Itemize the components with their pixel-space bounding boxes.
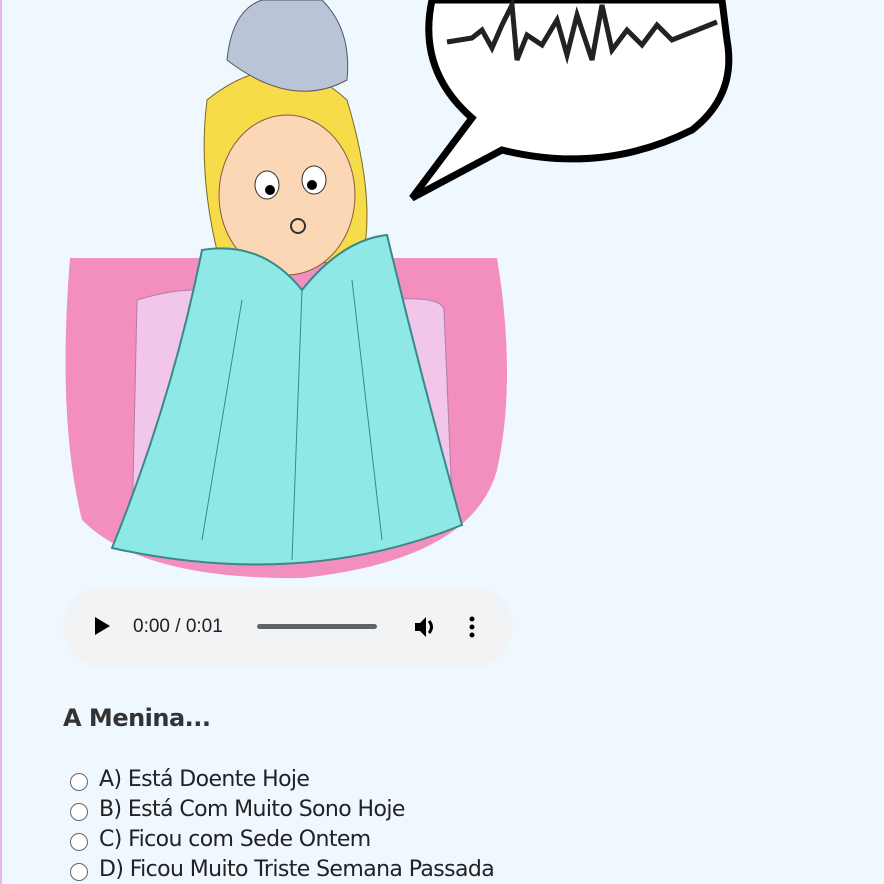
- option-d[interactable]: D) Ficou Muito Triste Semana Passada: [70, 854, 495, 884]
- audio-progress-slider[interactable]: [257, 624, 377, 629]
- answer-options: A) Está Doente Hoje B) Está Com Muito So…: [70, 764, 495, 884]
- radio-button[interactable]: [70, 773, 88, 791]
- option-label: A) Está Doente Hoje: [99, 766, 310, 792]
- question-title: A Menina...: [63, 704, 211, 732]
- audio-time: 0:00 / 0:01: [133, 616, 223, 637]
- play-button[interactable]: [95, 617, 110, 635]
- option-a[interactable]: A) Está Doente Hoje: [70, 764, 494, 794]
- volume-icon[interactable]: [413, 615, 439, 639]
- option-label: D) Ficou Muito Triste Semana Passada: [99, 856, 495, 882]
- sick-girl-illustration: [65, 0, 733, 579]
- option-label: B) Está Com Muito Sono Hoje: [99, 796, 405, 822]
- radio-button[interactable]: [70, 863, 88, 881]
- option-b[interactable]: B) Está Com Muito Sono Hoje: [70, 794, 494, 824]
- radio-button[interactable]: [70, 803, 88, 821]
- audio-player: 0:00 / 0:01: [63, 587, 513, 667]
- option-c[interactable]: C) Ficou com Sede Ontem: [70, 824, 494, 854]
- more-options-icon[interactable]: [468, 615, 476, 639]
- speech-bubble: [409, 0, 733, 202]
- radio-button[interactable]: [70, 833, 88, 851]
- option-label: C) Ficou com Sede Ontem: [99, 826, 371, 852]
